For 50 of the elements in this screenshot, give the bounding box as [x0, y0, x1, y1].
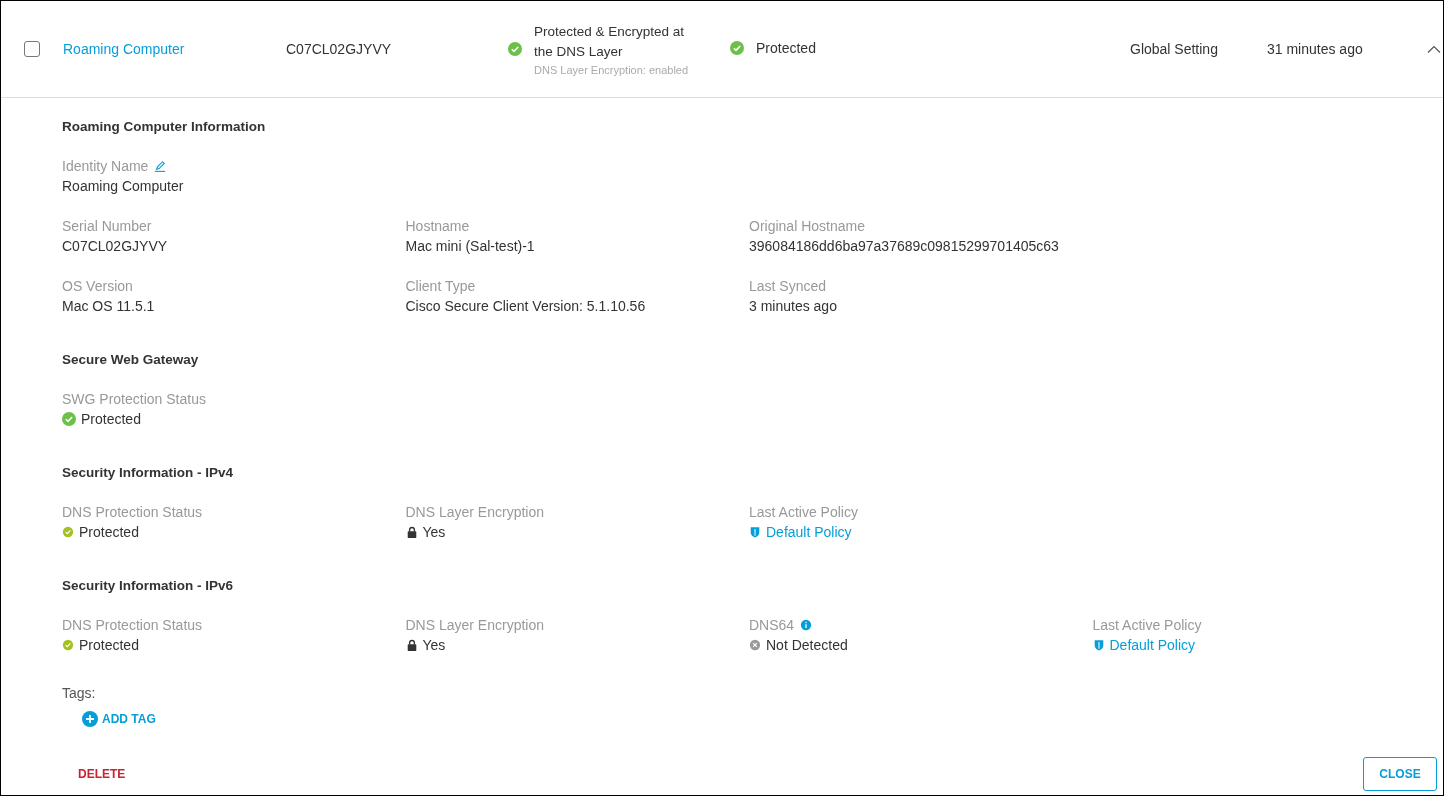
encryption-note: DNS Layer Encryption: enabled — [534, 64, 689, 76]
field-label: Identity Name — [62, 158, 149, 174]
field-label: Original Hostname — [749, 218, 865, 234]
section-heading: Roaming Computer Information — [62, 119, 267, 134]
field-value: Yes — [422, 524, 446, 540]
field-label: DNS Protection Status — [62, 617, 203, 633]
encryption-status: Protected & Encrypted at the DNS Layer — [534, 23, 686, 61]
field-label: Hostname — [405, 218, 470, 234]
field-value: Mac mini (Sal-test)-1 — [405, 238, 535, 254]
field-value: Mac OS 11.5.1 — [62, 298, 155, 314]
section-heading: Secure Web Gateway — [62, 352, 200, 367]
field-value: 3 minutes ago — [749, 298, 837, 314]
field-label: DNS Layer Encryption — [405, 504, 544, 520]
policy-name: Global Setting — [1130, 41, 1218, 57]
field-label: Last Active Policy — [749, 504, 858, 520]
field-label: DNS Layer Encryption — [405, 617, 544, 633]
field-label: OS Version — [62, 278, 133, 294]
field-value: Yes — [422, 637, 446, 653]
plus-circle-icon — [82, 711, 98, 727]
protection-status: Protected — [756, 40, 816, 56]
field-label: SWG Protection Status — [62, 391, 206, 407]
field-value: Not Detected — [766, 637, 848, 653]
field-value: Protected — [79, 637, 139, 653]
field-value: Protected — [81, 411, 141, 427]
pencil-icon[interactable] — [154, 160, 167, 172]
info-icon[interactable] — [800, 619, 813, 631]
field-value: Cisco Secure Client Version: 5.1.10.56 — [405, 298, 646, 314]
field-value: 396084186dd6ba97a37689c09815299701405c63 — [749, 238, 1059, 254]
serial-number: C07CL02GJYVY — [286, 41, 392, 57]
section-heading: Security Information - IPv6 — [62, 578, 235, 593]
checkbox[interactable] — [24, 41, 40, 57]
field-label: Tags: — [62, 685, 96, 701]
field-value: Roaming Computer — [62, 178, 184, 194]
field-label: Last Synced — [749, 278, 827, 294]
field-label: Serial Number — [62, 218, 152, 234]
delete-button[interactable]: DELETE — [62, 759, 142, 789]
field-value: Protected — [79, 524, 139, 540]
field-label: DNS Protection Status — [62, 504, 203, 520]
section-heading: Security Information - IPv4 — [62, 465, 235, 480]
chevron-up-icon[interactable] — [1427, 45, 1441, 53]
add-tag-button[interactable]: ADD TAG — [82, 711, 156, 727]
last-seen: 31 minutes ago — [1267, 41, 1363, 57]
close-button[interactable]: CLOSE — [1363, 757, 1437, 791]
field-value: C07CL02GJYVY — [62, 238, 168, 254]
policy-link[interactable]: Default Policy — [766, 524, 852, 540]
field-label: DNS64 — [749, 617, 795, 633]
field-label: Last Active Policy — [1092, 617, 1202, 633]
field-label: Client Type — [405, 278, 476, 294]
policy-link[interactable]: Default Policy — [1109, 637, 1196, 653]
identity-link[interactable]: Roaming Computer — [63, 41, 185, 57]
